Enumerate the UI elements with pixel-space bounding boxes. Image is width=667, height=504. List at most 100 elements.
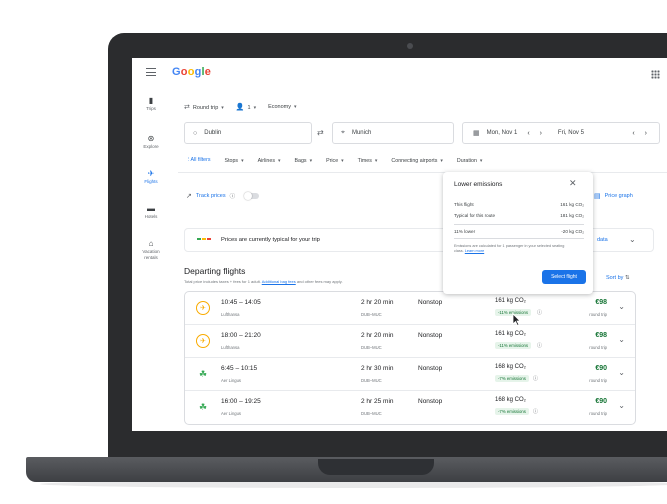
flight-stops: Nonstop: [418, 332, 443, 339]
airline-name: Aer Lingus: [221, 378, 242, 383]
trend-line-icon: ↗: [186, 193, 192, 200]
flight-row[interactable]: ✈ 10:45 – 14:05 Lufthansa 2 hr 20 min DU…: [185, 292, 635, 325]
banner-text: Prices are currently typical for your tr…: [221, 237, 320, 243]
explore-icon: ⊛: [147, 134, 155, 143]
browser-screen: Google ▮ Trips ⊛ Explore ✈ Flights ▬ Hot…: [132, 58, 667, 431]
emissions-badge[interactable]: -7% emissions: [495, 375, 529, 382]
filter-bags[interactable]: Bags ▾: [294, 158, 312, 164]
nav-item-explore[interactable]: ⊛ Explore: [132, 134, 170, 149]
flight-price: €98: [595, 299, 607, 306]
passengers-select[interactable]: 👤 1 ▾: [236, 103, 256, 111]
depart-date-arrows[interactable]: ‹ ›: [527, 130, 546, 137]
lufthansa-logo-icon: ✈: [196, 301, 210, 315]
laptop-hinge-notch: [318, 459, 434, 475]
info-icon[interactable]: ⓘ: [537, 342, 542, 349]
price-type: round trip: [589, 378, 607, 383]
bag-fees-link[interactable]: Additional bag fees: [262, 279, 296, 284]
popup-title: Lower emissions: [454, 181, 503, 188]
section-subtitle: Total price includes taxes + fees for 1 …: [184, 279, 343, 284]
filter-airlines[interactable]: Airlines ▾: [258, 158, 281, 164]
flight-price: €90: [595, 365, 607, 372]
popup-note: Emissions are calculated for 1 passenger…: [454, 244, 565, 253]
caret-down-icon: ▾: [221, 105, 224, 111]
lufthansa-logo-icon: ✈: [196, 334, 210, 348]
section-title: Departing flights: [184, 266, 246, 276]
co2-value: 161 kg CO₂: [495, 298, 527, 304]
caret-down-icon: ▾: [294, 104, 297, 110]
nav-item-flights[interactable]: ✈ Flights: [132, 169, 170, 184]
flight-row[interactable]: ☘ 16:00 – 19:25 Aer Lingus 2 hr 25 min D…: [185, 391, 635, 424]
price-type: round trip: [589, 411, 607, 416]
sort-by-button[interactable]: Sort by ⇅: [606, 275, 630, 281]
learn-more-link[interactable]: Learn more: [465, 249, 484, 253]
chevron-down-icon[interactable]: ⌄: [629, 235, 636, 244]
info-icon[interactable]: ⓘ: [533, 408, 538, 415]
select-flight-button[interactable]: Select flight: [542, 270, 586, 284]
popup-row: 11% lower -20 kg CO₂: [454, 229, 584, 234]
flight-price: €90: [595, 398, 607, 405]
depart-date[interactable]: Mon, Nov 1: [487, 130, 518, 136]
nav-item-hotels[interactable]: ▬ Hotels: [132, 204, 170, 219]
search-options: ⇄ Round trip ▾ 👤 1 ▾ Economy ▾: [184, 103, 297, 111]
filter-times[interactable]: Times ▾: [358, 158, 378, 164]
all-filters-button[interactable]: ⫶ All filters: [188, 157, 211, 164]
track-prices-toggle[interactable]: [244, 192, 260, 200]
nav-item-vacation-rentals[interactable]: ⌂ Vacation rentals: [132, 239, 170, 261]
info-icon[interactable]: ⓘ: [537, 309, 542, 316]
price-type: round trip: [589, 345, 607, 350]
popup-row: Typical for this route 181 kg CO₂: [454, 213, 584, 218]
webcam: [407, 43, 413, 49]
info-icon[interactable]: ⓘ: [533, 375, 538, 382]
flight-route: DUB–MUC: [361, 312, 382, 317]
flight-duration: 2 hr 25 min: [361, 398, 394, 405]
nav-item-trips[interactable]: ▮ Trips: [132, 96, 170, 111]
origin-field[interactable]: ○ Dublin: [184, 122, 312, 144]
flight-duration: 2 hr 30 min: [361, 365, 394, 372]
menu-icon[interactable]: [146, 68, 156, 76]
flight-route: DUB–MUC: [361, 411, 382, 416]
return-date-arrows[interactable]: ‹ ›: [632, 130, 651, 137]
filter-connecting-airports[interactable]: Connecting airports ▾: [391, 158, 442, 164]
flight-stops: Nonstop: [418, 365, 443, 372]
filter-duration[interactable]: Duration ▾: [457, 158, 483, 164]
co2-value: 168 kg CO₂: [495, 397, 527, 403]
close-icon[interactable]: ✕: [569, 178, 577, 189]
popup-divider: [454, 238, 584, 239]
co2-value: 161 kg CO₂: [495, 331, 527, 337]
calendar-icon: ▦: [473, 130, 480, 137]
emissions-badge[interactable]: -7% emissions: [495, 408, 529, 415]
popup-row: This flight 161 kg CO₂: [454, 202, 584, 207]
flight-row[interactable]: ✈ 18:00 – 21:20 Lufthansa 2 hr 20 min DU…: [185, 325, 635, 358]
return-date[interactable]: Fri, Nov 5: [558, 130, 584, 136]
cabin-class-select[interactable]: Economy ▾: [268, 104, 296, 110]
graph-icon: ▤: [594, 193, 601, 200]
chevron-down-icon[interactable]: ⌄: [618, 368, 625, 377]
lower-emissions-popup: Lower emissions ✕ This flight 161 kg CO₂ …: [443, 172, 593, 294]
sort-icon: ⇅: [624, 275, 630, 281]
flight-route: DUB–MUC: [361, 378, 382, 383]
banner-data-link[interactable]: data: [597, 237, 608, 243]
flight-row[interactable]: ☘ 6:45 – 10:15 Aer Lingus 2 hr 30 min DU…: [185, 358, 635, 391]
track-prices[interactable]: ↗ Track prices ⓘ: [186, 192, 260, 200]
destination-field[interactable]: ⌖ Munich: [332, 122, 454, 144]
emissions-badge[interactable]: -11% emissions: [495, 342, 532, 349]
chevron-down-icon[interactable]: ⌄: [618, 302, 625, 311]
airline-name: Lufthansa: [221, 312, 240, 317]
swap-route-icon[interactable]: ⇄: [317, 128, 324, 137]
date-field[interactable]: ▦ Mon, Nov 1 ‹ › Fri, Nov 5 ‹ ›: [462, 122, 660, 144]
price-graph-button[interactable]: ▤ Price graph: [594, 192, 633, 200]
flight-list: ✈ 10:45 – 14:05 Lufthansa 2 hr 20 min DU…: [184, 291, 636, 425]
info-icon[interactable]: ⓘ: [230, 192, 236, 200]
laptop-scene: Google ▮ Trips ⊛ Explore ✈ Flights ▬ Hot…: [0, 0, 667, 504]
shamrock-logo-icon: ☘: [198, 402, 208, 412]
flight-duration: 2 hr 20 min: [361, 299, 394, 306]
filter-price[interactable]: Price ▾: [326, 158, 344, 164]
flight-route: DUB–MUC: [361, 345, 382, 350]
trip-type-select[interactable]: ⇄ Round trip ▾: [184, 103, 224, 111]
chevron-down-icon[interactable]: ⌄: [618, 401, 625, 410]
chevron-down-icon[interactable]: ⌄: [618, 335, 625, 344]
google-logo[interactable]: Google: [172, 66, 211, 78]
price-type: round trip: [589, 312, 607, 317]
filter-stops[interactable]: Stops ▾: [225, 158, 244, 164]
apps-grid-icon[interactable]: [651, 70, 660, 79]
